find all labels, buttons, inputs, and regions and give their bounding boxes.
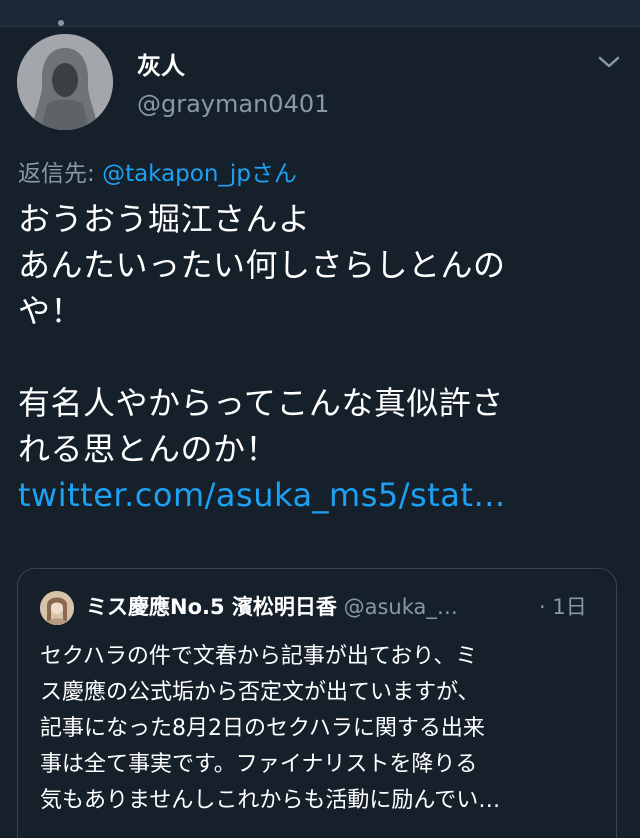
tweet-text: おうおう堀江さんよ あんたいったい何しさらしとんの や！ 有名人やからってこんな…: [18, 196, 628, 518]
hooded-figure-avatar-image: [17, 34, 113, 130]
top-bar-indicator: [58, 20, 64, 26]
quoted-timestamp: · 1日: [539, 595, 587, 619]
quoted-tweet-text: セクハラの件で文春から記事が出ており、ミ ス慶應の公式垢から否定文が出ていますが…: [40, 639, 610, 819]
reply-to-line: 返信先: @takapon_jpさん: [18, 154, 297, 188]
quoted-user-avatar: [40, 591, 74, 625]
quoted-tweet-header: ミス慶應No.5 濱松明日香 @asuka_… · 1日: [86, 591, 606, 621]
quoted-text-line: 事は全て事実です。ファイナリストを降りる: [40, 752, 478, 777]
avatar[interactable]: [17, 34, 113, 130]
reply-mention-link[interactable]: @takapon_jpさん: [102, 161, 297, 187]
quoted-user-handle: @asuka_…: [343, 595, 458, 619]
quoted-text-line: セクハラの件で文春から記事が出ており、ミ: [40, 644, 478, 669]
quoted-text-line: ス慶應の公式垢から否定文が出ていますが、: [40, 680, 480, 705]
quoted-text-line: 記事になった8月2日のセクハラに関する出来: [40, 716, 485, 741]
tweet-text-line: れる思とんのか！: [18, 430, 279, 468]
tweet-text-line: 有名人やからってこんな真似許さ: [18, 384, 504, 422]
top-bar: [0, 0, 640, 27]
quoted-text-line: 気もありませんしこれからも活動に励んでい…: [40, 788, 501, 813]
tweet-text-line: おうおう堀江さんよ: [18, 200, 311, 238]
quoted-display-name: ミス慶應No.5 濱松明日香: [86, 595, 337, 619]
reply-prefix: 返信先:: [18, 161, 103, 187]
tweet-text-line: や！: [18, 292, 84, 330]
tweet-text-line: あんたいったい何しさらしとんの: [18, 246, 506, 284]
quoted-tweet-card[interactable]: ミス慶應No.5 濱松明日香 @asuka_… · 1日 セクハラの件で文春から…: [17, 568, 617, 838]
user-handle[interactable]: @grayman0401: [137, 90, 329, 118]
tweet-url-link[interactable]: twitter.com/asuka_ms5/stat…: [18, 472, 628, 518]
display-name[interactable]: 灰人: [137, 46, 185, 81]
chevron-down-icon[interactable]: [596, 52, 622, 72]
